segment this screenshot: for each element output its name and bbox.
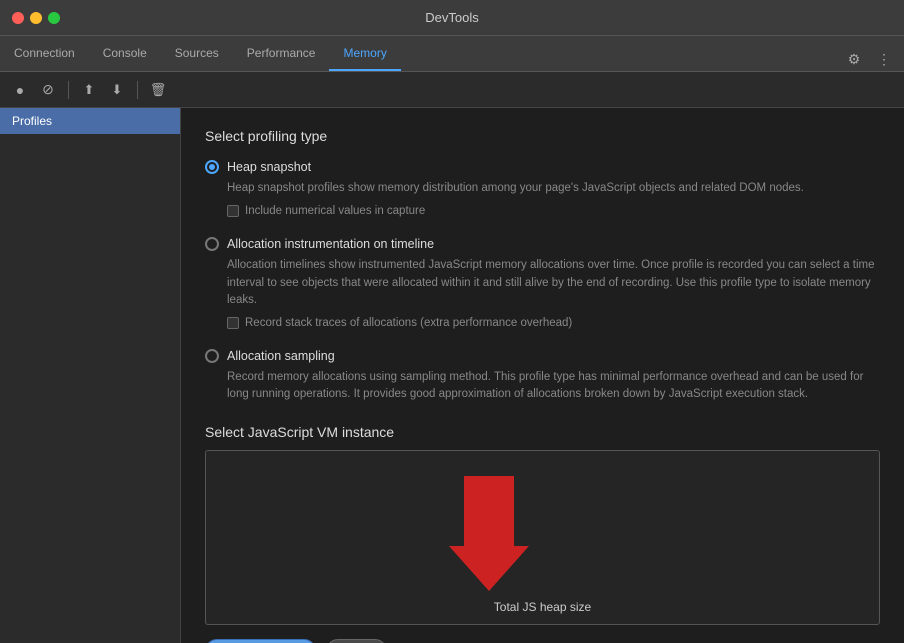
heap-snapshot-option: Heap snapshot Heap snapshot profiles sho… <box>205 160 880 217</box>
toolbar-divider-1 <box>68 81 69 99</box>
allocation-timeline-header[interactable]: Allocation instrumentation on timeline <box>205 237 880 251</box>
heap-snapshot-label: Heap snapshot <box>227 160 311 174</box>
allocation-timeline-radio[interactable] <box>205 237 219 251</box>
close-button[interactable] <box>12 12 24 24</box>
toolbar-divider-2 <box>137 81 138 99</box>
upload-button[interactable]: ⬆ <box>77 78 101 102</box>
vm-section-title: Select JavaScript VM instance <box>205 424 880 440</box>
heap-snapshot-checkbox-label: Include numerical values in capture <box>245 205 425 217</box>
sidebar-item-profiles[interactable]: Profiles <box>0 108 180 134</box>
heap-snapshot-desc: Heap snapshot profiles show memory distr… <box>227 180 880 197</box>
allocation-timeline-checkbox[interactable] <box>227 317 239 329</box>
window-title: DevTools <box>425 10 478 25</box>
trash-button[interactable]: 🗑 <box>146 78 170 102</box>
tab-performance[interactable]: Performance <box>233 36 330 71</box>
settings-icon[interactable]: ⚙ <box>842 47 866 71</box>
more-icon[interactable]: ⋮ <box>872 47 896 71</box>
take-snapshot-button[interactable]: Take snapshot <box>205 639 316 643</box>
allocation-timeline-desc: Allocation timelines show instrumented J… <box>227 257 880 309</box>
heap-snapshot-radio[interactable] <box>205 160 219 174</box>
allocation-timeline-checkbox-row: Record stack traces of allocations (extr… <box>227 317 880 329</box>
allocation-sampling-header[interactable]: Allocation sampling <box>205 349 880 363</box>
content-area: Select profiling type Heap snapshot Heap… <box>181 108 904 643</box>
bottom-buttons: Take snapshot Load <box>205 639 880 643</box>
allocation-timeline-checkbox-label: Record stack traces of allocations (extr… <box>245 317 572 329</box>
traffic-lights <box>12 12 60 24</box>
download-button[interactable]: ⬇ <box>105 78 129 102</box>
tab-console[interactable]: Console <box>89 36 161 71</box>
main-layout: Profiles Select profiling type Heap snap… <box>0 108 904 643</box>
allocation-timeline-label: Allocation instrumentation on timeline <box>227 237 434 251</box>
allocation-sampling-desc: Record memory allocations using sampling… <box>227 369 880 404</box>
allocation-sampling-label: Allocation sampling <box>227 349 335 363</box>
heap-snapshot-header[interactable]: Heap snapshot <box>205 160 880 174</box>
sidebar: Profiles <box>0 108 181 643</box>
tab-memory[interactable]: Memory <box>329 36 400 71</box>
tab-icons: ⚙ ⋮ <box>842 47 904 71</box>
profiling-type-title: Select profiling type <box>205 128 880 144</box>
heap-snapshot-checkbox-row: Include numerical values in capture <box>227 205 880 217</box>
record-button[interactable]: ● <box>8 78 32 102</box>
vm-instance-box: Total JS heap size <box>205 450 880 625</box>
arrow-icon <box>444 466 534 596</box>
minimize-button[interactable] <box>30 12 42 24</box>
allocation-sampling-option: Allocation sampling Record memory alloca… <box>205 349 880 404</box>
allocation-sampling-radio[interactable] <box>205 349 219 363</box>
toolbar: ● ⊘ ⬆ ⬇ 🗑 <box>0 72 904 108</box>
stop-button[interactable]: ⊘ <box>36 78 60 102</box>
heap-snapshot-checkbox[interactable] <box>227 205 239 217</box>
load-button[interactable]: Load <box>326 639 387 643</box>
allocation-timeline-option: Allocation instrumentation on timeline A… <box>205 237 880 329</box>
maximize-button[interactable] <box>48 12 60 24</box>
tab-connection[interactable]: Connection <box>0 36 89 71</box>
tab-bar: Connection Console Sources Performance M… <box>0 36 904 72</box>
title-bar: DevTools <box>0 0 904 36</box>
vm-heap-label: Total JS heap size <box>494 600 591 614</box>
tab-sources[interactable]: Sources <box>161 36 233 71</box>
